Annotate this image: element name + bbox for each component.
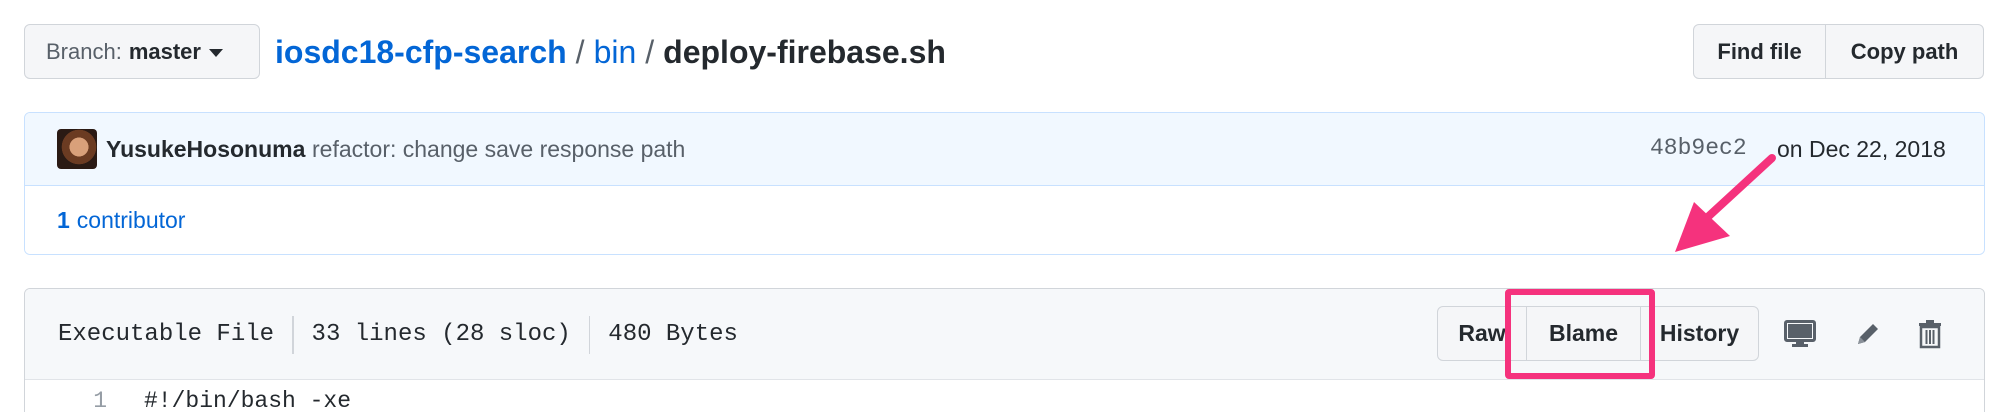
divider	[292, 315, 294, 354]
breadcrumb-file-name: deploy-firebase.sh	[663, 33, 946, 70]
code-text: #!/bin/bash -xe	[144, 388, 352, 412]
file-nav-button-group: Find file Copy path	[1693, 24, 1984, 79]
divider	[588, 315, 591, 354]
branch-selector-button[interactable]: Branch: master	[24, 24, 260, 79]
breadcrumb: iosdc18-cfp-search / bin / deploy-fireba…	[275, 30, 946, 74]
commit-date: on Dec 22, 2018	[1777, 136, 1946, 162]
desktop-icon[interactable]	[1782, 316, 1818, 352]
file-header: Executable File 33 lines (28 sloc) 480 B…	[25, 289, 1984, 380]
find-file-button[interactable]: Find file	[1694, 25, 1825, 78]
raw-button[interactable]: Raw	[1438, 307, 1526, 360]
trash-icon[interactable]	[1912, 316, 1948, 352]
commit-header: YusukeHosonuma refactor: change save res…	[25, 113, 1984, 186]
commit-message-link[interactable]: refactor: change save response path	[312, 136, 685, 163]
file-size: 480 Bytes	[608, 321, 738, 348]
pencil-icon[interactable]	[1850, 316, 1886, 352]
caret-down-icon	[208, 49, 223, 57]
breadcrumb-separator: /	[645, 33, 655, 70]
breadcrumb-repo-link[interactable]: iosdc18-cfp-search	[275, 34, 567, 71]
avatar[interactable]	[57, 129, 97, 169]
commit-tease: YusukeHosonuma refactor: change save res…	[24, 112, 1985, 255]
history-button[interactable]: History	[1640, 307, 1758, 360]
file-lines: 33 lines (28 sloc)	[311, 321, 571, 348]
blame-button[interactable]: Blame	[1526, 307, 1640, 360]
branch-name: master	[128, 38, 201, 64]
file-mode: Executable File	[58, 321, 275, 348]
commit-author-link[interactable]: YusukeHosonuma	[106, 136, 305, 163]
breadcrumb-separator: /	[575, 33, 585, 70]
line-number[interactable]: 1	[25, 388, 107, 412]
code-line: 1 #!/bin/bash -xe	[25, 381, 1984, 412]
breadcrumb-dir-link[interactable]: bin	[594, 34, 637, 71]
file-viewer: Executable File 33 lines (28 sloc) 480 B…	[24, 288, 1985, 412]
contributors-label: contributor	[76, 206, 186, 233]
contributors-count: 1	[57, 206, 70, 233]
commit-sha-link[interactable]: 48b9ec2	[1650, 135, 1747, 161]
contributors-link[interactable]: 1 contributor	[25, 186, 1984, 254]
branch-prefix: Branch:	[46, 38, 122, 64]
file-info: Executable File 33 lines (28 sloc) 480 B…	[58, 289, 738, 380]
file-actions-button-group: Raw Blame History	[1437, 306, 1759, 361]
copy-path-button[interactable]: Copy path	[1825, 25, 1983, 78]
